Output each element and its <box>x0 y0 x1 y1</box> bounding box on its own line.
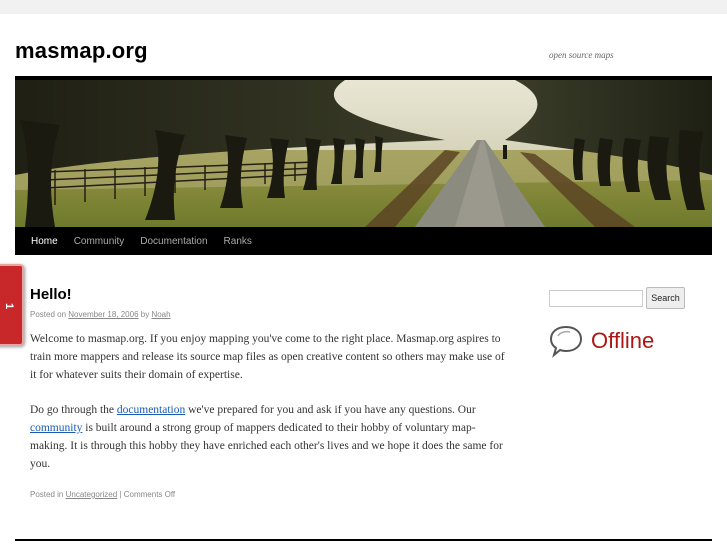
chat-status-widget[interactable]: Offline <box>549 324 654 358</box>
post: Hello! Posted on November 18, 2006 by No… <box>30 286 510 499</box>
main-navigation: Home Community Documentation Ranks <box>15 227 712 255</box>
by-label: by <box>140 310 150 319</box>
p2-text-3: is built around a strong group of mapper… <box>30 422 503 470</box>
site-title[interactable]: masmap.org <box>15 38 148 64</box>
chat-status-text: Offline <box>591 328 655 353</box>
post-author-link[interactable]: Noah <box>151 310 170 319</box>
side-tab-label: 1 <box>3 302 16 310</box>
post-paragraph-1: Welcome to masmap.org. If you enjoy mapp… <box>30 333 505 381</box>
post-paragraph-2: Do go through the documentation we've pr… <box>30 401 510 473</box>
meta-separator: | <box>119 490 122 499</box>
posted-in-label: Posted in <box>30 490 64 499</box>
post-title[interactable]: Hello! <box>30 286 510 303</box>
nav-item-home[interactable]: Home <box>23 236 66 247</box>
community-link[interactable]: community <box>30 422 82 434</box>
category-link[interactable]: Uncategorized <box>66 490 118 499</box>
posted-on-label: Posted on <box>30 310 67 319</box>
nav-item-community[interactable]: Community <box>66 236 133 247</box>
site-description: open source maps <box>549 50 614 60</box>
nav-item-ranks[interactable]: Ranks <box>216 236 260 247</box>
speech-bubble-icon <box>549 325 583 358</box>
p2-text-1: Do go through the <box>30 404 117 416</box>
post-date-link[interactable]: November 18, 2006 <box>68 310 138 319</box>
page-wrapper: masmap.org open source maps Home Communi… <box>0 14 727 545</box>
side-feedback-tab[interactable]: 1 <box>0 264 24 346</box>
p2-text-2: we've prepared for you and ask if you ha… <box>185 404 476 416</box>
search-button[interactable]: Search <box>646 287 685 309</box>
post-content: Welcome to masmap.org. If you enjoy mapp… <box>30 330 510 473</box>
post-utility: Posted in Uncategorized | Comments Off <box>30 490 510 499</box>
post-meta: Posted on November 18, 2006 by Noah <box>30 310 510 319</box>
search-input[interactable] <box>549 290 643 307</box>
documentation-link[interactable]: documentation <box>117 404 185 416</box>
footer-rule <box>15 539 712 541</box>
header-image <box>15 80 712 227</box>
nav-item-documentation[interactable]: Documentation <box>132 236 215 247</box>
comments-status: Comments Off <box>123 490 176 499</box>
